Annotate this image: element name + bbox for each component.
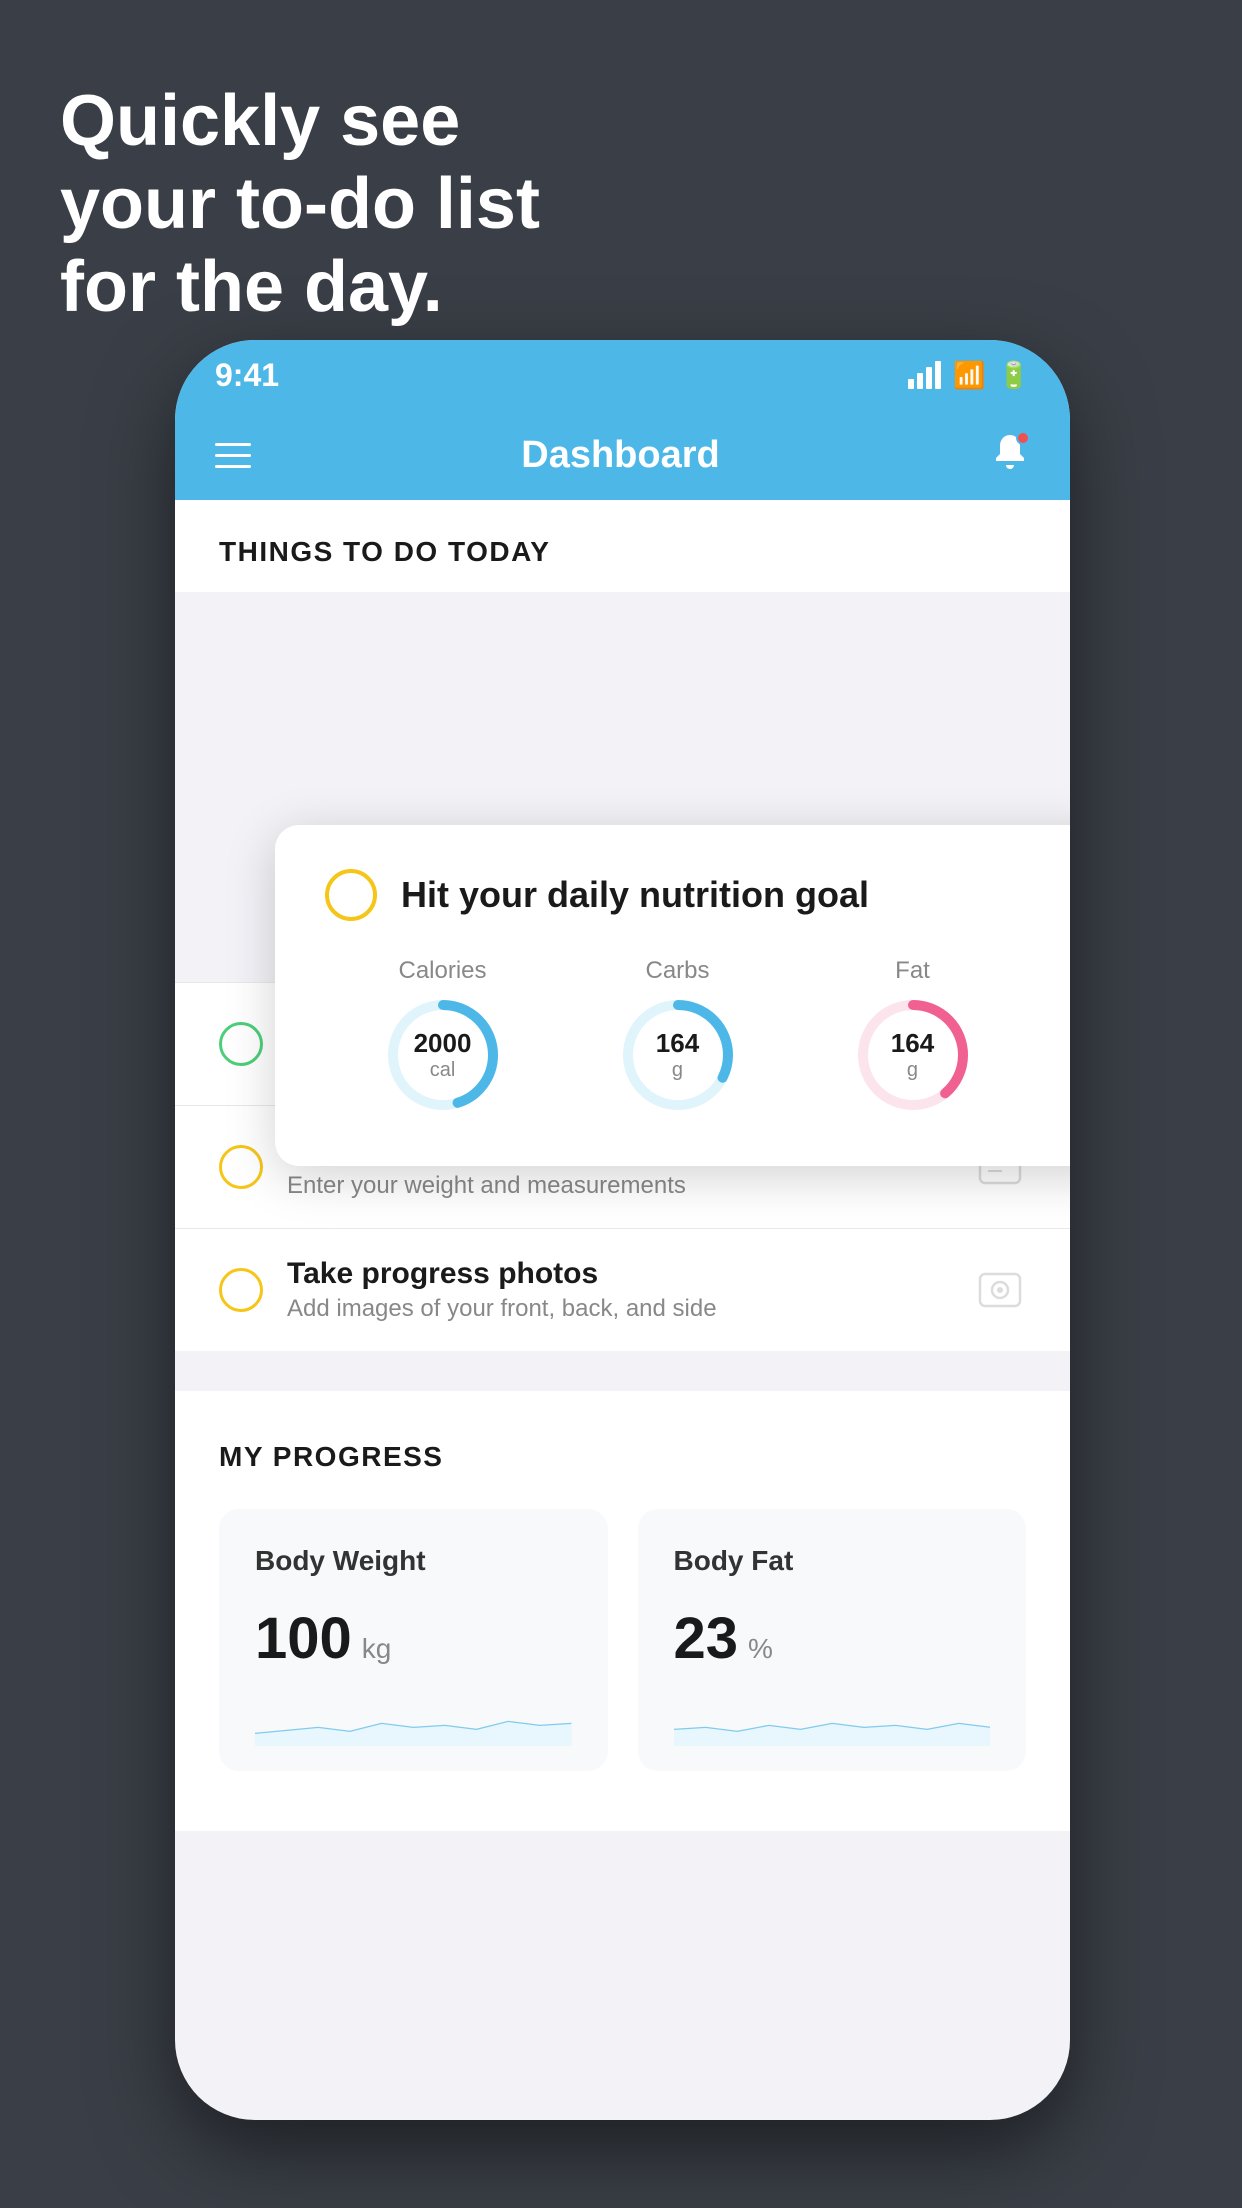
battery-icon: 🔋 xyxy=(998,360,1030,391)
body-weight-value: 100 xyxy=(255,1605,352,1672)
photo-icon xyxy=(974,1264,1026,1316)
nutrition-card-title: Hit your daily nutrition goal xyxy=(401,874,869,916)
nutrition-fat: Fat 164 g xyxy=(853,957,973,1115)
progress-section-header: MY PROGRESS xyxy=(219,1441,1026,1473)
body-fat-value: 23 xyxy=(674,1605,739,1672)
hero-line1: Quickly see xyxy=(60,80,540,163)
progress-cards-row: Body Weight 100 kg Body Fat 23 % xyxy=(219,1509,1026,1771)
running-check-circle[interactable] xyxy=(219,1022,263,1066)
content-area: THINGS TO DO TODAY xyxy=(175,500,1070,592)
calories-label: Calories xyxy=(398,957,486,985)
body-weight-value-row: 100 kg xyxy=(255,1605,572,1672)
things-to-do-header: THINGS TO DO TODAY xyxy=(175,500,1070,592)
fat-value: 164 xyxy=(891,1028,934,1059)
nutrition-calories: Calories 2000 cal xyxy=(383,957,503,1115)
hero-line3: for the day. xyxy=(60,246,540,329)
fat-unit: g xyxy=(891,1059,934,1082)
nutrition-check-circle[interactable] xyxy=(325,869,377,921)
carbs-unit: g xyxy=(656,1059,699,1082)
body-fat-unit: % xyxy=(748,1633,773,1665)
progress-section: MY PROGRESS Body Weight 100 kg Body Fa xyxy=(175,1391,1070,1831)
status-icons: 📶 🔋 xyxy=(908,360,1030,391)
todo-item-progress-photos[interactable]: Take progress photos Add images of your … xyxy=(175,1228,1070,1351)
nav-title: Dashboard xyxy=(521,434,719,477)
nutrition-carbs: Carbs 164 g xyxy=(618,957,738,1115)
fat-label: Fat xyxy=(895,957,930,985)
progress-photos-text-block: Take progress photos Add images of your … xyxy=(287,1257,950,1323)
body-fat-sparkline xyxy=(674,1696,991,1751)
body-weight-title: Body Weight xyxy=(255,1545,572,1577)
progress-photos-subtitle: Add images of your front, back, and side xyxy=(287,1295,950,1323)
calories-unit: cal xyxy=(414,1059,472,1082)
signal-icon xyxy=(908,361,941,389)
nav-bar: Dashboard xyxy=(175,410,1070,500)
carbs-label: Carbs xyxy=(645,957,709,985)
body-weight-unit: kg xyxy=(362,1633,392,1665)
carbs-ring: 164 g xyxy=(618,995,738,1115)
progress-photos-check-circle[interactable] xyxy=(219,1268,263,1312)
body-weight-card[interactable]: Body Weight 100 kg xyxy=(219,1509,608,1771)
nutrition-card: Hit your daily nutrition goal Calories 2… xyxy=(275,825,1070,1166)
notification-dot xyxy=(1016,431,1030,445)
body-stats-check-circle[interactable] xyxy=(219,1145,263,1189)
status-bar: 9:41 📶 🔋 xyxy=(175,340,1070,410)
phone-frame: 9:41 📶 🔋 Dashboard THINGS TO DO xyxy=(175,340,1070,2120)
nutrition-row: Calories 2000 cal Carbs xyxy=(325,957,1070,1116)
hero-line2: your to-do list xyxy=(60,163,540,246)
progress-photos-title: Take progress photos xyxy=(287,1257,950,1291)
hamburger-menu[interactable] xyxy=(215,443,251,468)
body-fat-title: Body Fat xyxy=(674,1545,991,1577)
body-fat-value-row: 23 % xyxy=(674,1605,991,1672)
wifi-icon: 📶 xyxy=(953,360,985,391)
notification-bell[interactable] xyxy=(990,431,1030,480)
hero-text: Quickly see your to-do list for the day. xyxy=(60,80,540,328)
calories-ring: 2000 cal xyxy=(383,995,503,1115)
carbs-value: 164 xyxy=(656,1028,699,1059)
calories-value: 2000 xyxy=(414,1028,472,1059)
body-stats-subtitle: Enter your weight and measurements xyxy=(287,1172,950,1200)
fat-ring: 164 g xyxy=(853,995,973,1115)
body-weight-sparkline xyxy=(255,1696,572,1751)
status-time: 9:41 xyxy=(215,357,279,394)
body-fat-card[interactable]: Body Fat 23 % xyxy=(638,1509,1027,1771)
